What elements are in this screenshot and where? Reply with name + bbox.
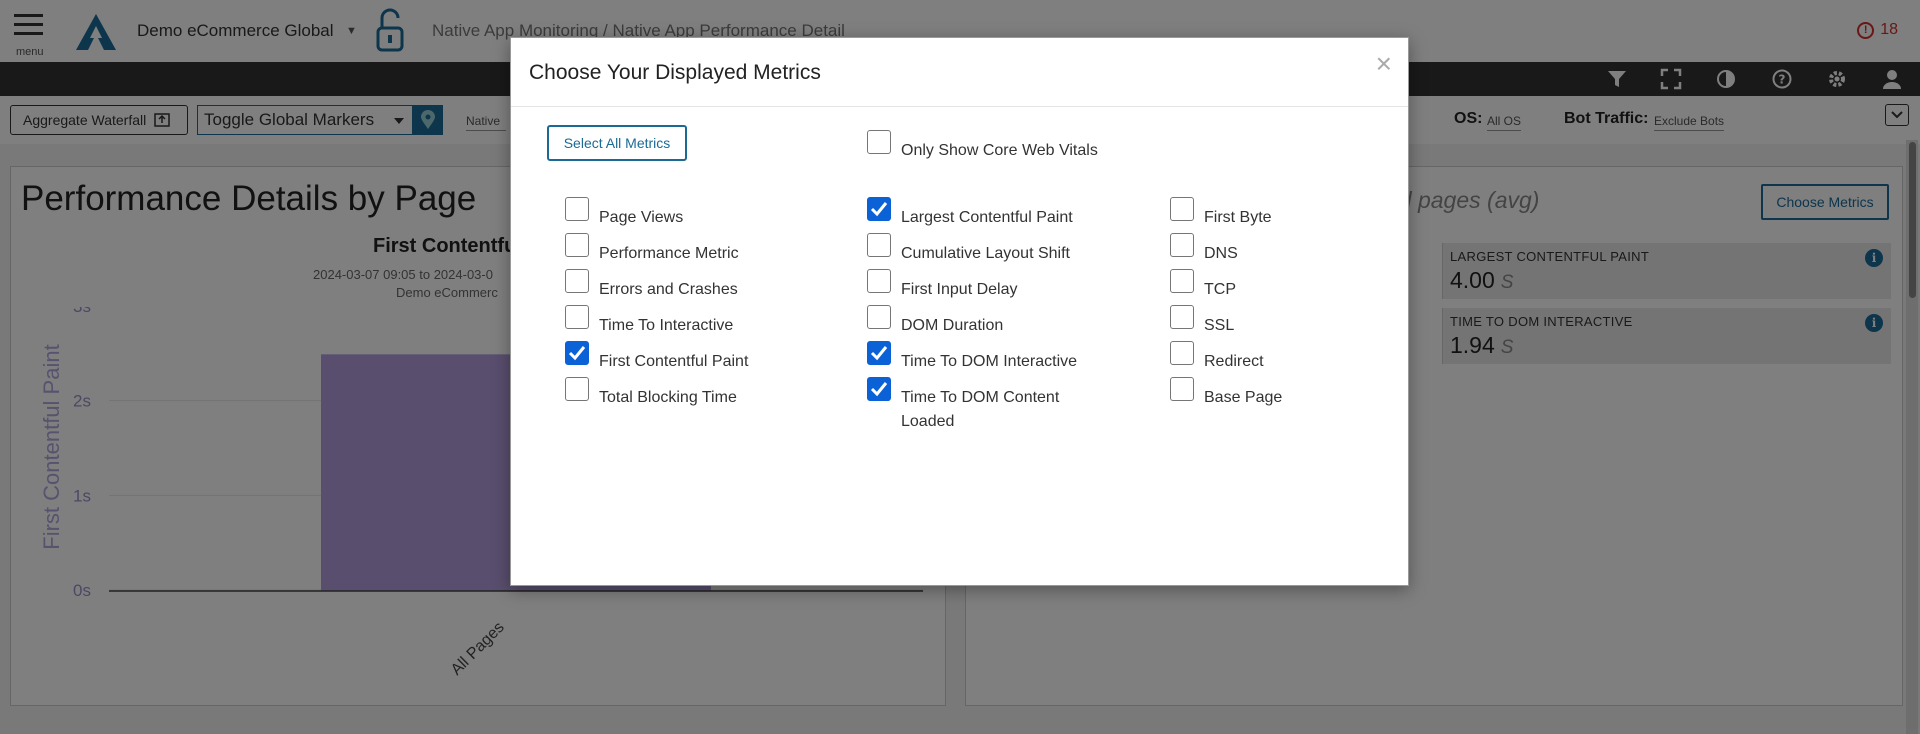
close-icon[interactable]: × xyxy=(1376,50,1392,78)
metric-checkbox-dom-duration[interactable]: DOM Duration xyxy=(867,305,1111,338)
checkmark-icon xyxy=(870,382,888,397)
checkbox-label: Time To DOM Interactive xyxy=(901,353,1078,370)
checkbox[interactable] xyxy=(1170,233,1194,257)
checkbox[interactable] xyxy=(565,233,589,257)
select-all-metrics-button[interactable]: Select All Metrics xyxy=(547,125,687,161)
checkbox-label: TCP xyxy=(1204,281,1236,298)
checkbox[interactable] xyxy=(1170,305,1194,329)
checkbox[interactable] xyxy=(867,130,891,154)
metric-checkbox-largest-contentful-paint[interactable]: Largest Contentful Paint xyxy=(867,197,1111,230)
metric-checkbox-time-to-dom-content-loaded[interactable]: Time To DOM Content Loaded xyxy=(867,377,1111,434)
checkbox-label: Base Page xyxy=(1204,389,1283,406)
metric-checkbox-total-blocking-time[interactable]: Total Blocking Time xyxy=(565,377,809,410)
checkbox[interactable] xyxy=(867,305,891,329)
metric-checkbox-base-page[interactable]: Base Page xyxy=(1170,377,1414,410)
checkbox[interactable] xyxy=(1170,269,1194,293)
metric-checkbox-first-contentful-paint[interactable]: First Contentful Paint xyxy=(565,341,809,374)
checkbox-checked[interactable] xyxy=(565,341,589,365)
checkbox[interactable] xyxy=(867,233,891,257)
checkmark-icon xyxy=(870,202,888,217)
checkbox-label: Total Blocking Time xyxy=(599,389,737,406)
checkmark-icon xyxy=(568,346,586,361)
checkbox-label: First Byte xyxy=(1204,209,1272,226)
checkbox-label: Performance Metric xyxy=(599,245,739,262)
checkbox-label: First Contentful Paint xyxy=(599,353,749,370)
metric-checkbox-redirect[interactable]: Redirect xyxy=(1170,341,1414,374)
checkbox-label: DOM Duration xyxy=(901,317,1004,334)
checkbox-label: SSL xyxy=(1204,317,1235,334)
checkbox[interactable] xyxy=(565,269,589,293)
checkbox[interactable] xyxy=(565,197,589,221)
checkbox[interactable] xyxy=(1170,341,1194,365)
checkbox[interactable] xyxy=(565,377,589,401)
modal-title: Choose Your Displayed Metrics xyxy=(529,61,821,84)
checkbox-label: Cumulative Layout Shift xyxy=(901,245,1070,262)
checkbox-label: Time To Interactive xyxy=(599,317,734,334)
metric-checkbox-time-to-interactive[interactable]: Time To Interactive xyxy=(565,305,809,338)
checkbox-label: Time To DOM Content Loaded xyxy=(901,389,1060,430)
checkbox-label: Errors and Crashes xyxy=(599,281,738,298)
core-web-vitals-checkbox[interactable]: Only Show Core Web Vitals xyxy=(867,130,1111,163)
choose-metrics-modal: Choose Your Displayed Metrics × Select A… xyxy=(510,37,1409,586)
checkbox-checked[interactable] xyxy=(867,197,891,221)
checkbox[interactable] xyxy=(565,305,589,329)
metric-checkbox-first-input-delay[interactable]: First Input Delay xyxy=(867,269,1111,302)
metric-checkbox-tcp[interactable]: TCP xyxy=(1170,269,1414,302)
metric-checkbox-cumulative-layout-shift[interactable]: Cumulative Layout Shift xyxy=(867,233,1111,266)
checkbox[interactable] xyxy=(1170,197,1194,221)
checkmark-icon xyxy=(870,346,888,361)
checkbox-label: Largest Contentful Paint xyxy=(901,209,1073,226)
metric-checkbox-performance-metric[interactable]: Performance Metric xyxy=(565,233,809,266)
metric-checkbox-dns[interactable]: DNS xyxy=(1170,233,1414,266)
checkbox[interactable] xyxy=(1170,377,1194,401)
checkbox-checked[interactable] xyxy=(867,341,891,365)
checkbox-label: Page Views xyxy=(599,209,684,226)
checkbox-label: First Input Delay xyxy=(901,281,1018,298)
metric-checkbox-time-to-dom-interactive[interactable]: Time To DOM Interactive xyxy=(867,341,1111,374)
modal-header: Choose Your Displayed Metrics × xyxy=(511,38,1408,107)
metric-checkbox-errors-and-crashes[interactable]: Errors and Crashes xyxy=(565,269,809,302)
checkbox-label: Only Show Core Web Vitals xyxy=(901,142,1098,159)
checkbox[interactable] xyxy=(867,269,891,293)
checkbox-label: Redirect xyxy=(1204,353,1264,370)
checkbox-checked[interactable] xyxy=(867,377,891,401)
checkbox-label: DNS xyxy=(1204,245,1238,262)
metric-checkbox-page-views[interactable]: Page Views xyxy=(565,197,809,230)
metric-checkbox-first-byte[interactable]: First Byte xyxy=(1170,197,1414,230)
metric-checkbox-ssl[interactable]: SSL xyxy=(1170,305,1414,338)
